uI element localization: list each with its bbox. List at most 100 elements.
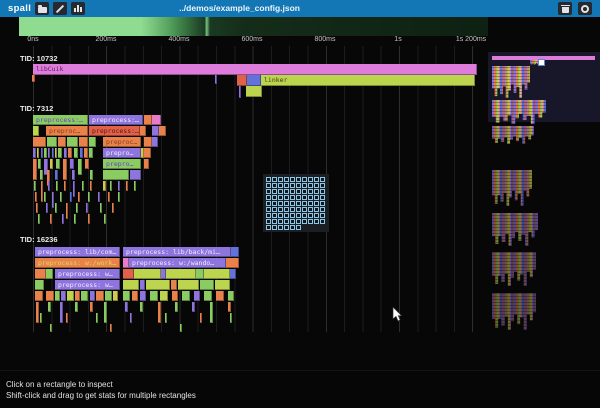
flame-rect[interactable] — [200, 313, 202, 323]
batched-event-dot[interactable] — [290, 189, 295, 194]
batched-event-dot[interactable] — [320, 201, 325, 206]
batched-event-dot[interactable] — [308, 183, 313, 188]
batched-event-dot[interactable] — [296, 225, 301, 230]
flame-rect[interactable] — [78, 192, 80, 202]
flame-rect[interactable]: linker — [261, 75, 475, 86]
batched-event-dot[interactable] — [314, 219, 319, 224]
flame-rect[interactable] — [175, 302, 178, 312]
flame-rect[interactable] — [58, 148, 62, 158]
batched-event-dot[interactable] — [296, 183, 301, 188]
edit-button[interactable] — [53, 2, 67, 15]
flame-rect[interactable] — [165, 313, 167, 323]
flame-rect[interactable] — [150, 291, 158, 301]
batched-event-dot[interactable] — [302, 207, 307, 212]
flame-rect[interactable] — [144, 115, 152, 125]
batched-event-dot[interactable] — [296, 213, 301, 218]
batched-event-dot[interactable] — [272, 195, 277, 200]
batched-event-dot[interactable] — [272, 177, 277, 182]
batched-event-dot[interactable] — [272, 213, 277, 218]
batched-event-dot[interactable] — [314, 183, 319, 188]
batched-event-dot[interactable] — [308, 207, 313, 212]
batched-event-dot[interactable] — [290, 201, 295, 206]
flame-rect[interactable] — [104, 302, 107, 323]
flame-rect[interactable] — [104, 214, 106, 224]
flame-rect[interactable] — [200, 280, 214, 290]
flame-rect[interactable] — [55, 291, 60, 301]
flame-rect[interactable] — [90, 181, 92, 191]
flame-rect[interactable] — [70, 159, 74, 169]
flame-rect[interactable]: preproc… — [103, 137, 141, 147]
batched-event-dot[interactable] — [302, 201, 307, 206]
flame-rect[interactable] — [113, 291, 118, 301]
batched-event-dot[interactable] — [278, 189, 283, 194]
batched-event-dot[interactable] — [284, 219, 289, 224]
flame-rect[interactable] — [230, 269, 236, 279]
flame-rect[interactable] — [152, 126, 159, 136]
batched-event-dot[interactable] — [314, 195, 319, 200]
flame-rect[interactable] — [46, 203, 48, 213]
flame-rect[interactable] — [134, 269, 161, 279]
batched-event-dot[interactable] — [320, 189, 325, 194]
flame-rect[interactable] — [89, 148, 93, 158]
flame-rect[interactable] — [96, 313, 98, 323]
flame-rect[interactable] — [50, 214, 52, 224]
batched-event-dot[interactable] — [296, 189, 301, 194]
flame-rect[interactable] — [36, 302, 39, 323]
batched-event-dot[interactable] — [284, 225, 289, 230]
flame-rect[interactable] — [82, 181, 84, 191]
flame-rect[interactable]: preprocess:… — [89, 115, 143, 125]
flame-rect[interactable] — [75, 302, 78, 312]
minimap-thumbnail[interactable] — [492, 126, 534, 144]
flame-rect[interactable] — [140, 280, 145, 290]
batched-event-dot[interactable] — [290, 195, 295, 200]
flame-rect[interactable] — [158, 302, 161, 323]
flame-rect[interactable] — [64, 148, 67, 158]
flame-rect[interactable] — [47, 137, 57, 147]
flame-rect[interactable] — [172, 291, 178, 301]
flame-rect[interactable] — [112, 203, 114, 213]
batched-event-dot[interactable] — [278, 213, 283, 218]
batched-event-dot[interactable] — [266, 189, 271, 194]
flame-rect[interactable] — [140, 302, 143, 312]
flame-rect[interactable] — [55, 203, 57, 213]
flame-rect[interactable]: libCuik — [33, 64, 477, 75]
flame-rect[interactable] — [86, 203, 88, 213]
flame-rect[interactable] — [66, 203, 68, 219]
flame-rect[interactable]: prepro… — [103, 148, 141, 158]
flame-rect[interactable] — [67, 137, 78, 147]
batched-event-dot[interactable] — [272, 207, 277, 212]
flame-rect[interactable] — [215, 280, 230, 290]
batched-event-dot[interactable] — [308, 189, 313, 194]
batched-event-dot[interactable] — [290, 177, 295, 182]
flame-rect[interactable] — [60, 302, 63, 323]
flame-rect[interactable] — [130, 170, 141, 180]
flame-rect[interactable] — [126, 181, 128, 191]
batched-event-dot[interactable] — [314, 177, 319, 182]
batched-event-dot[interactable] — [314, 189, 319, 194]
flame-rect[interactable] — [228, 302, 231, 312]
flame-rect[interactable] — [110, 181, 112, 191]
flame-rect[interactable] — [38, 159, 41, 169]
flame-rect[interactable]: preprocess: lib/com… — [35, 247, 120, 257]
flame-rect[interactable] — [41, 148, 43, 158]
flame-rect[interactable] — [108, 192, 110, 202]
batched-event-dot[interactable] — [296, 219, 301, 224]
flame-rect[interactable] — [84, 148, 88, 158]
flame-rect[interactable] — [103, 170, 129, 180]
flame-rect[interactable] — [103, 181, 106, 191]
minimap-thumbnail[interactable] — [492, 213, 538, 246]
flame-rect[interactable]: preprocess: lib/back/mi… — [123, 247, 231, 257]
flame-rect[interactable] — [35, 269, 46, 279]
batched-event-dot[interactable] — [278, 201, 283, 206]
flame-rect[interactable] — [55, 148, 57, 158]
batched-event-dot[interactable] — [272, 201, 277, 206]
batched-event-dot[interactable] — [290, 207, 295, 212]
flame-rect[interactable] — [90, 170, 93, 180]
flame-rect[interactable] — [192, 302, 195, 312]
batched-event-dot[interactable] — [320, 183, 325, 188]
flame-rect[interactable] — [134, 181, 136, 191]
batched-event-dot[interactable] — [266, 225, 271, 230]
flame-rect[interactable] — [76, 203, 78, 213]
flame-rect[interactable] — [140, 126, 146, 136]
flame-rect[interactable] — [123, 280, 139, 290]
